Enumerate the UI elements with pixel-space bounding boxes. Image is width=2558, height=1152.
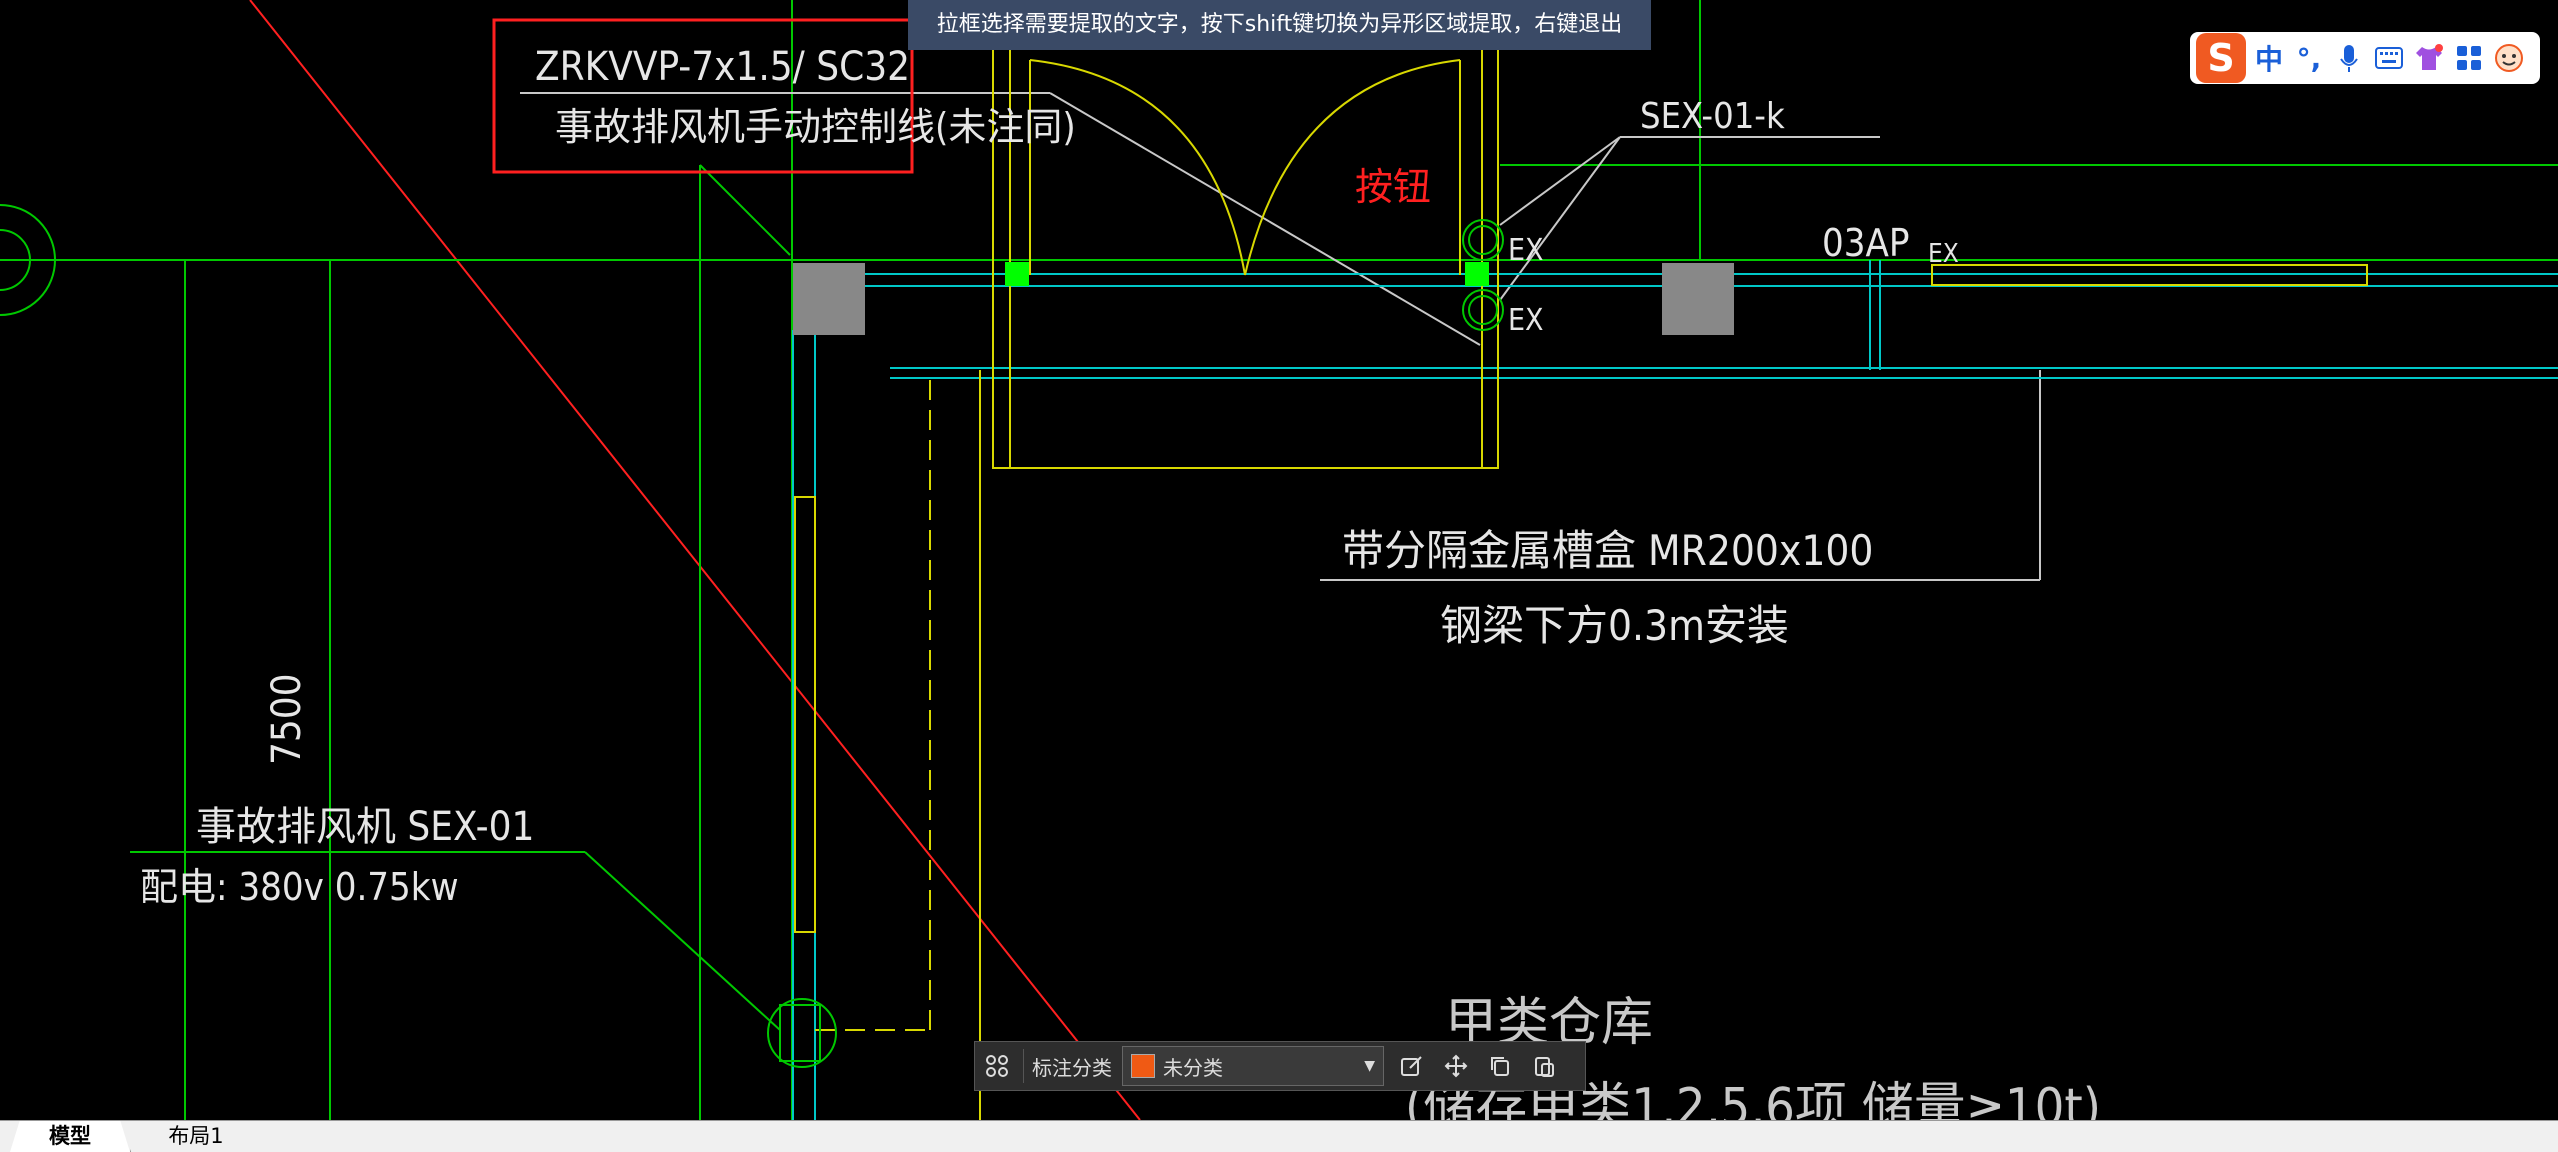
avatar-icon[interactable] (2492, 38, 2526, 78)
chevron-down-icon: ▼ (1364, 1058, 1375, 1074)
category-color-swatch (1131, 1054, 1155, 1078)
ime-mode-button[interactable]: 中 (2252, 38, 2286, 78)
ime-punct-button[interactable]: °, (2292, 38, 2326, 78)
cad-canvas[interactable]: ZRKVVP-7x1.5/ SC32 事故排风机手动控制线(未注同) 按钮 SE… (0, 0, 2558, 1120)
ex-label-1: EX (1508, 233, 1544, 268)
dimension-label: 7500 (264, 673, 310, 765)
extract-hint-banner: 拉框选择需要提取的文字，按下shift键切换为异形区域提取，右键退出 (908, 0, 1651, 50)
annotation-category-label: 标注分类 (1032, 1055, 1112, 1080)
toolbar-divider (1023, 1049, 1024, 1083)
fan-label: 事故排风机 SEX-01 (196, 804, 534, 850)
ap-sub-label: EX (1928, 239, 1959, 269)
paste-icon[interactable] (1522, 1044, 1566, 1088)
microphone-icon[interactable] (2332, 38, 2366, 78)
tray-mount-label: 钢梁下方0.3m安装 (1440, 601, 1789, 650)
selection-box (492, 18, 914, 174)
keyboard-icon[interactable] (2372, 38, 2406, 78)
category-select[interactable]: 未分类 ▼ (1122, 1046, 1384, 1086)
annotation-toolbar[interactable]: 标注分类 未分类 ▼ (974, 1041, 1586, 1091)
apps-icon[interactable] (975, 1044, 1019, 1088)
category-select-value: 未分类 (1163, 1055, 1223, 1080)
cable-spec-text: ZRKVVP-7x1.5/ SC32 (535, 44, 910, 90)
sogou-logo-icon[interactable]: S (2196, 33, 2246, 83)
layout-tab-bar: 模型 布局1 (0, 1120, 2558, 1152)
fan-power-label: 配电: 380v 0.75kw (140, 865, 459, 909)
tray-label: 带分隔金属槽盒 MR200x100 (1342, 526, 1873, 575)
ime-toolbar[interactable]: S 中 °, (2190, 32, 2540, 84)
move-icon[interactable] (1434, 1044, 1478, 1088)
copy-icon[interactable] (1478, 1044, 1522, 1088)
tab-layout1[interactable]: 布局1 (130, 1121, 261, 1152)
ap-label: 03AP (1822, 221, 1910, 265)
shirt-icon[interactable] (2412, 38, 2446, 78)
ex-label-2: EX (1508, 303, 1544, 338)
edit-icon[interactable] (1390, 1044, 1434, 1088)
sex01k-label: SEX-01-k (1640, 96, 1785, 137)
button-label: 按钮 (1355, 165, 1431, 209)
tab-model[interactable]: 模型 (10, 1121, 130, 1152)
grid-icon[interactable] (2452, 38, 2486, 78)
cable-desc-text: 事故排风机手动控制线(未注同) (555, 105, 1076, 149)
